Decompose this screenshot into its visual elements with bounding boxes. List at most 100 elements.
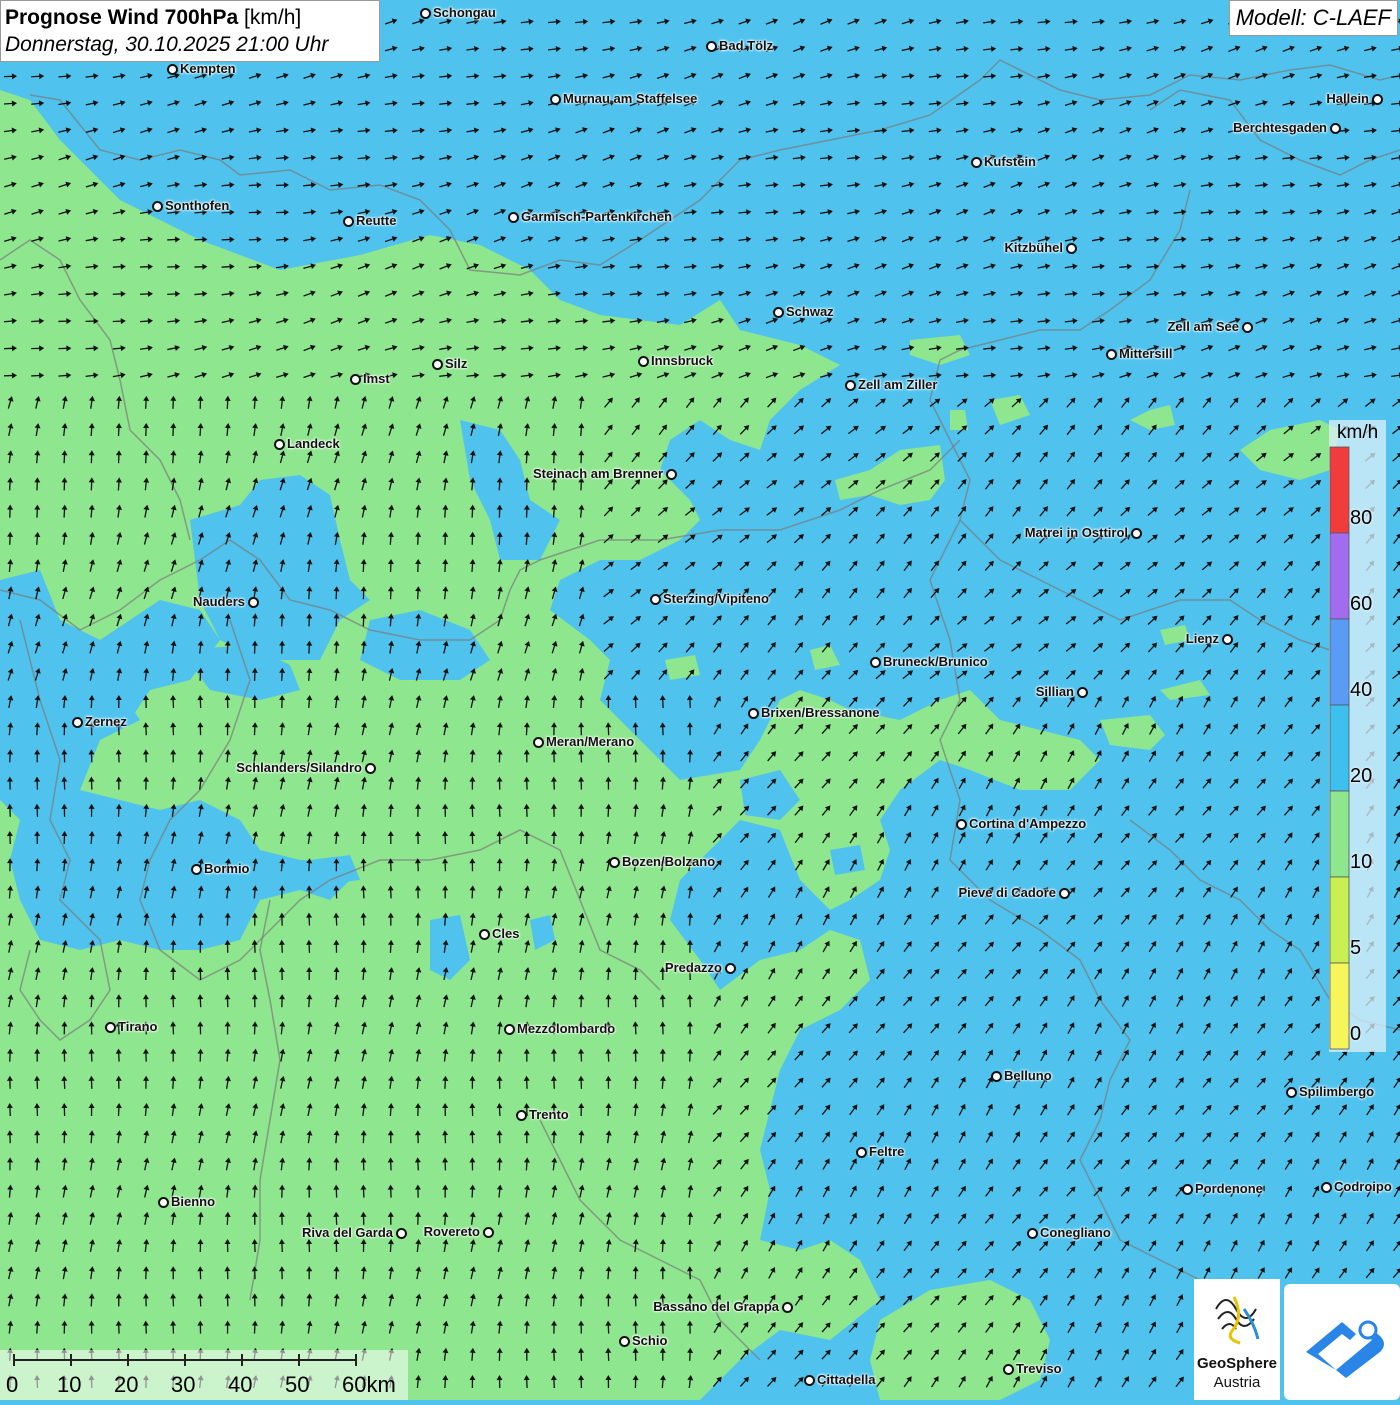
legend-swatch: [1330, 447, 1349, 533]
city-label: Sonthofen: [165, 198, 229, 213]
city-label: Trento: [529, 1107, 569, 1122]
city-marker: [1106, 349, 1117, 360]
city-label: Silz: [445, 356, 467, 371]
city-marker: [1330, 123, 1341, 134]
city-marker: [1027, 1228, 1038, 1239]
city-label: Zernez: [85, 714, 127, 729]
city-marker: [396, 1228, 407, 1239]
city-label: Mezzolombardo: [517, 1021, 615, 1036]
city-marker: [991, 1071, 1002, 1082]
city-marker: [432, 359, 443, 370]
city-label: Brixen/Bressanone: [761, 705, 880, 720]
city-marker: [1131, 528, 1142, 539]
city-marker: [105, 1022, 116, 1033]
city-marker: [856, 1147, 867, 1158]
city-label: Zell am Ziller: [858, 377, 937, 392]
city-label: Schwaz: [786, 304, 834, 319]
city-label: Bormio: [204, 861, 250, 876]
app-logo[interactable]: [1284, 1284, 1400, 1400]
city-label: Meran/Merano: [546, 734, 634, 749]
city-marker: [619, 1336, 630, 1347]
city-marker: [504, 1024, 515, 1035]
scale-bar: 0102030405060km: [0, 1350, 408, 1400]
city-marker: [1286, 1087, 1297, 1098]
legend-label: 5: [1350, 937, 1361, 960]
city-label: Conegliano: [1040, 1225, 1111, 1240]
city-marker: [508, 212, 519, 223]
city-marker: [479, 929, 490, 940]
legend-label: 40: [1350, 679, 1372, 702]
city-marker: [706, 41, 717, 52]
city-marker: [804, 1375, 815, 1386]
city-marker: [1222, 634, 1233, 645]
city-marker: [483, 1227, 494, 1238]
city-label: Predazzo: [665, 960, 722, 975]
city-label: Kempten: [180, 61, 236, 76]
city-marker: [350, 374, 361, 385]
city-label: Bienno: [171, 1194, 215, 1209]
city-label: Schongau: [433, 5, 496, 20]
city-label: Belluno: [1004, 1068, 1052, 1083]
city-marker: [274, 439, 285, 450]
model-label: Modell: C-LAEF: [1229, 0, 1398, 36]
city-label: Innsbruck: [651, 353, 713, 368]
city-marker: [1372, 94, 1383, 105]
city-label: Mittersill: [1119, 346, 1172, 361]
legend-label: 0: [1350, 1023, 1361, 1046]
city-marker: [782, 1302, 793, 1313]
city-marker: [1059, 888, 1070, 899]
city-label: Feltre: [869, 1144, 904, 1159]
geosphere-icon: [1194, 1279, 1280, 1355]
city-label: Reutte: [356, 213, 396, 228]
city-label: Berchtesgaden: [1233, 120, 1327, 135]
legend-swatch: [1330, 705, 1349, 791]
city-marker: [191, 864, 202, 875]
city-marker: [1066, 243, 1077, 254]
city-marker: [666, 469, 677, 480]
app-icon: [1284, 1284, 1400, 1400]
city-marker: [72, 717, 83, 728]
legend-swatch: [1330, 619, 1349, 705]
city-marker: [167, 64, 178, 75]
city-label: Nauders: [193, 594, 245, 609]
city-label: Kitzbühel: [1005, 240, 1064, 255]
city-marker: [152, 201, 163, 212]
scale-label: 40: [228, 1372, 252, 1398]
city-label: Riva del Garda: [302, 1225, 393, 1240]
city-label: Landeck: [287, 436, 340, 451]
city-label: Imst: [363, 371, 390, 386]
city-marker: [609, 857, 620, 868]
city-label: Cles: [492, 926, 519, 941]
city-marker: [650, 594, 661, 605]
city-marker: [343, 216, 354, 227]
city-marker: [365, 763, 376, 774]
geosphere-logo[interactable]: GeoSphere Austria: [1194, 1279, 1280, 1400]
mid-wind-zone: [830, 845, 865, 875]
city-label: Matrei in Osttirol: [1025, 525, 1128, 540]
city-label: Cittadella: [817, 1372, 876, 1387]
city-marker: [956, 819, 967, 830]
city-label: Zell am See: [1167, 319, 1239, 334]
city-label: Cortina d'Ampezzo: [969, 816, 1086, 831]
logo-name: GeoSphere: [1194, 1355, 1280, 1372]
city-marker: [971, 157, 982, 168]
logo-subname: Austria: [1194, 1374, 1280, 1391]
scale-label: 20: [114, 1372, 138, 1398]
city-marker: [550, 94, 561, 105]
city-label: Treviso: [1016, 1361, 1062, 1376]
city-marker: [1242, 322, 1253, 333]
map-datetime: Donnerstag, 30.10.2025 21:00 Uhr: [5, 31, 375, 58]
city-marker: [1182, 1184, 1193, 1195]
city-label: Hallein: [1326, 91, 1369, 106]
city-label: Spilimbergo: [1299, 1084, 1374, 1099]
city-marker: [773, 307, 784, 318]
map-title-unit: [km/h]: [244, 6, 301, 29]
city-label: Bruneck/Brunico: [883, 654, 988, 669]
city-label: Sterzing/Vipiteno: [663, 591, 769, 606]
city-label: Kufstein: [984, 154, 1036, 169]
legend-label: 10: [1350, 851, 1372, 874]
city-label: Bozen/Bolzano: [622, 854, 715, 869]
city-marker: [725, 963, 736, 974]
legend-swatch: [1330, 963, 1349, 1049]
city-label: Schio: [632, 1333, 667, 1348]
